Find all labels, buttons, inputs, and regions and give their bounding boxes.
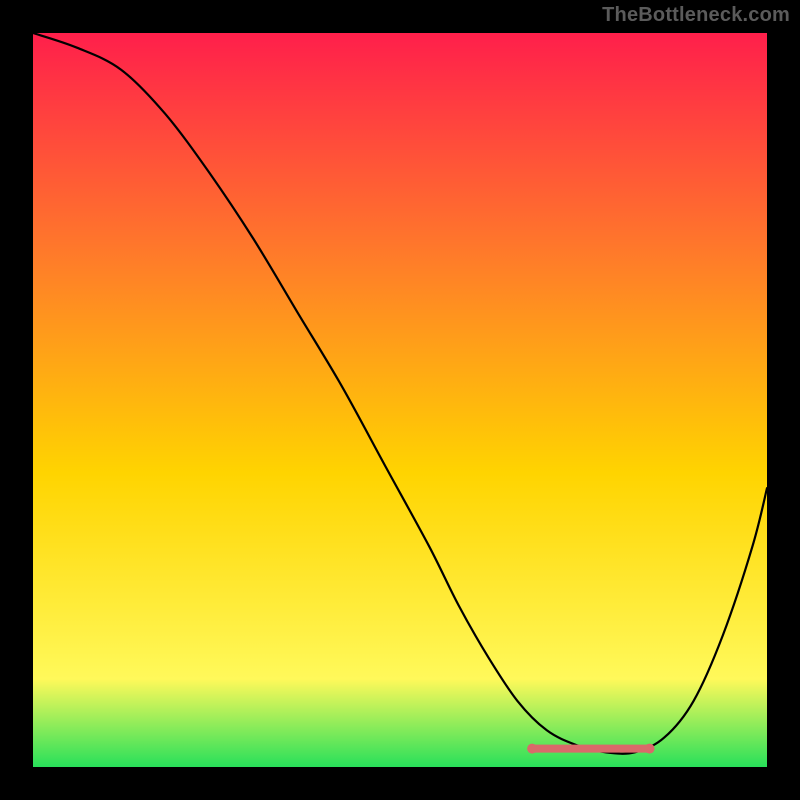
optimal-range-dot-left — [527, 744, 537, 754]
watermark-text: TheBottleneck.com — [602, 4, 790, 27]
gradient-background — [33, 33, 767, 767]
chart-frame: TheBottleneck.com — [0, 0, 800, 800]
optimal-range-dot-right — [645, 744, 655, 754]
plot-area — [33, 33, 767, 767]
plot-svg — [33, 33, 767, 767]
